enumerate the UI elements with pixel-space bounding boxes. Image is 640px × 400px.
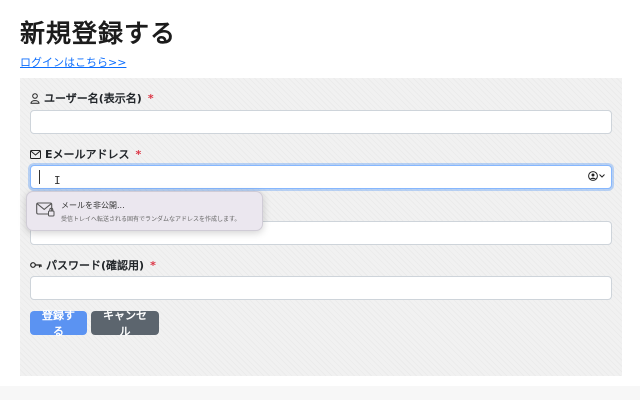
popup-description: 受信トレイへ転送される固有でランダムなアドレスを作成します。 bbox=[61, 215, 241, 223]
email-label-text: Eメールアドレス bbox=[45, 148, 130, 161]
password-confirm-label-text: パスワード(確認用) bbox=[46, 259, 145, 272]
autofill-key-icon[interactable] bbox=[588, 171, 605, 181]
page: 新規登録する ログインはこちら>> ユーザー名(表示名) * Eメールアドレス … bbox=[0, 0, 640, 400]
hide-my-email-suggestion[interactable]: メールを非公開... 受信トレイへ転送される固有でランダムなアドレスを作成します… bbox=[26, 191, 263, 231]
required-mark: * bbox=[147, 91, 154, 105]
page-title: 新規登録する bbox=[20, 19, 177, 48]
cancel-button[interactable]: キャンセル bbox=[91, 309, 159, 338]
username-label-text: ユーザー名(表示名) bbox=[44, 92, 142, 105]
username-input[interactable] bbox=[30, 110, 612, 134]
required-mark: * bbox=[150, 258, 156, 272]
ibeam-cursor-icon: I bbox=[54, 174, 61, 187]
chevron-down-icon bbox=[599, 174, 605, 178]
email-input[interactable] bbox=[30, 165, 612, 189]
username-label: ユーザー名(表示名) * bbox=[30, 90, 154, 106]
register-button[interactable]: 登録する bbox=[30, 309, 87, 338]
bottom-strip bbox=[0, 386, 640, 400]
key-icon bbox=[30, 261, 42, 269]
email-label: Eメールアドレス * bbox=[30, 146, 141, 162]
envelope-icon bbox=[30, 149, 41, 159]
text-caret bbox=[39, 170, 40, 184]
popup-title: メールを非公開... bbox=[61, 200, 125, 210]
login-link[interactable]: ログインはこちら>> bbox=[20, 54, 126, 70]
required-mark: * bbox=[135, 147, 142, 161]
hide-mail-icon bbox=[36, 201, 55, 221]
password-confirm-input[interactable] bbox=[30, 276, 612, 300]
password-confirm-label: パスワード(確認用) * bbox=[30, 257, 156, 273]
user-icon bbox=[30, 92, 40, 104]
